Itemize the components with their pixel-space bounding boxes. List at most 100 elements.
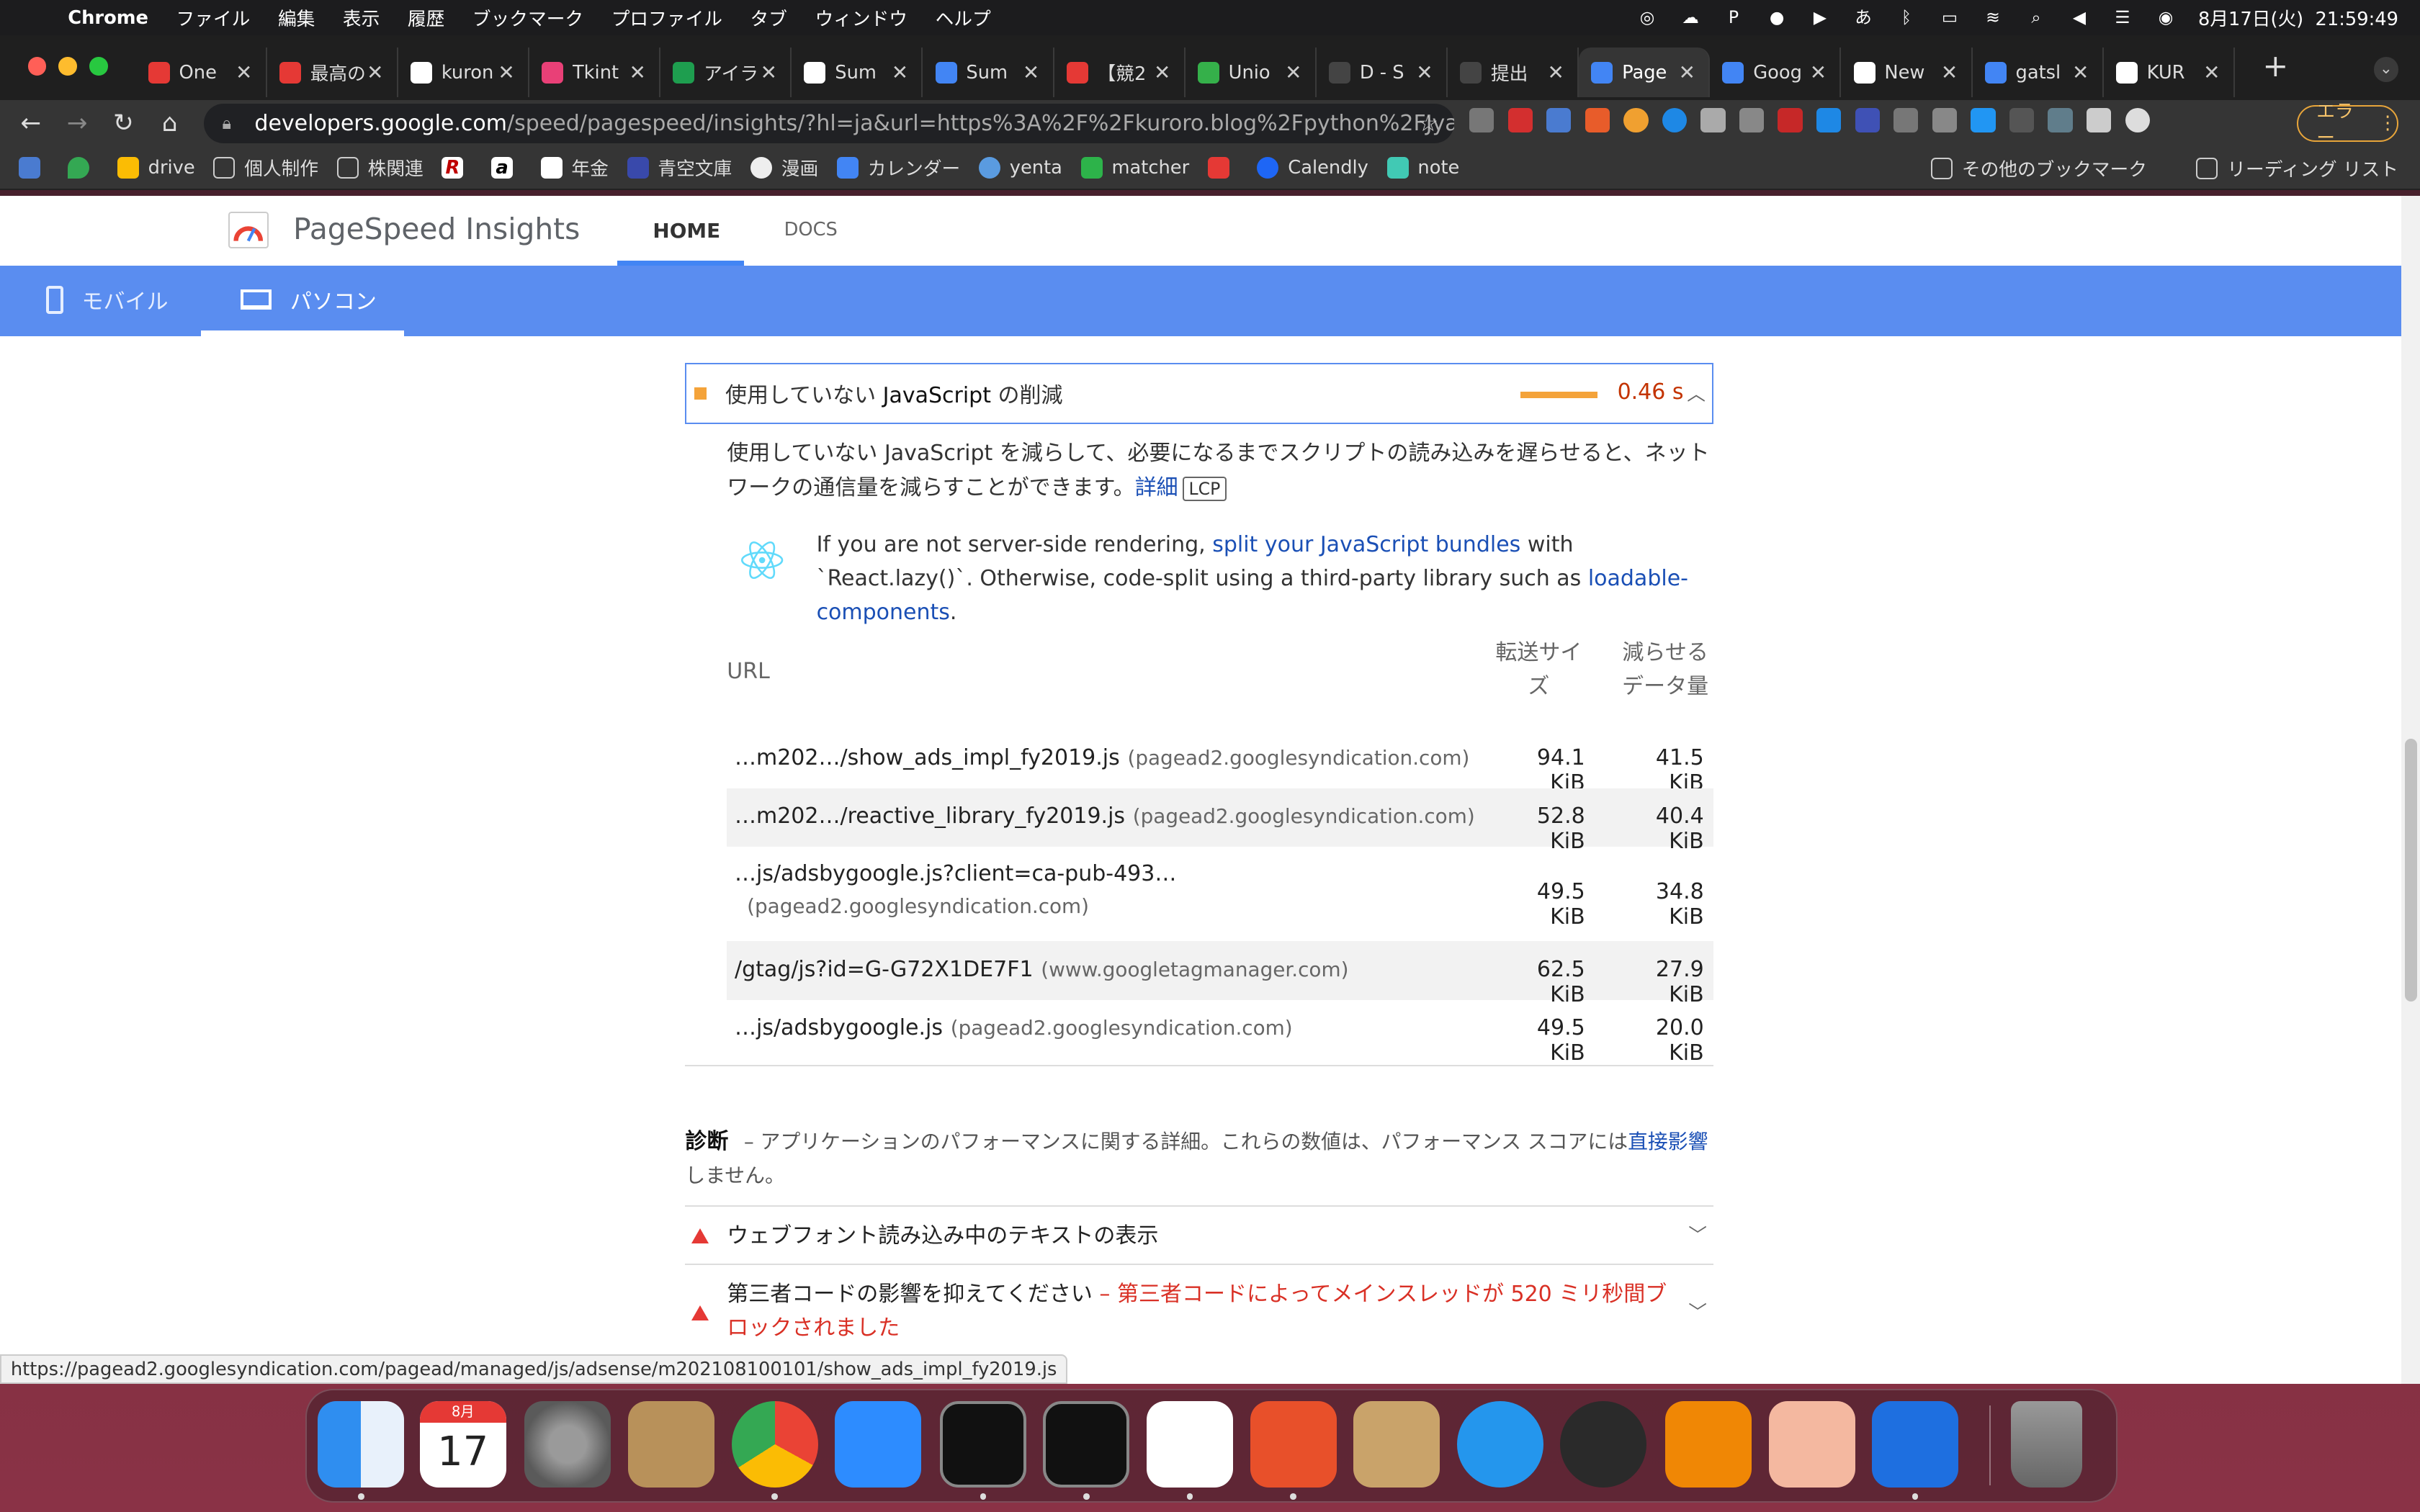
- tab-11[interactable]: Page ✕: [1579, 48, 1711, 97]
- close-tab-icon[interactable]: ✕: [1415, 60, 1434, 84]
- menu-file[interactable]: ファイル: [176, 4, 251, 31]
- table-row[interactable]: …js/adsbygoogle.js (pagead2.googlesyndica…: [727, 1000, 1713, 1066]
- lock-icon[interactable]: 🔒︎: [223, 113, 239, 133]
- bookmark-youtube[interactable]: [1207, 156, 1239, 179]
- search-icon[interactable]: ⌕: [2025, 8, 2047, 27]
- chevron-up-icon[interactable]: ︿: [1687, 379, 1706, 406]
- apple-icon[interactable]: [28, 7, 50, 29]
- bookmark-pension[interactable]: 年金: [540, 154, 609, 181]
- address-bar[interactable]: 🔒︎ developers.google.com/speed/pagespeed…: [203, 103, 1454, 144]
- chevron-down-icon[interactable]: ﹀: [1688, 1296, 1707, 1330]
- menu-tab[interactable]: タブ: [750, 4, 786, 31]
- bluetooth-icon[interactable]: ᛒ: [1896, 8, 1917, 27]
- close-tab-icon[interactable]: ✕: [366, 60, 385, 84]
- tab-14[interactable]: gatsl ✕: [1973, 48, 2104, 97]
- translate-icon[interactable]: [1546, 107, 1572, 133]
- psi-logo-icon[interactable]: [228, 211, 269, 248]
- diagnostic-item[interactable]: ウェブフォント読み込み中のテキストの表示 ﹀: [685, 1219, 1713, 1253]
- tab-15[interactable]: KUR ✕: [2104, 48, 2235, 97]
- tab-4[interactable]: アイラ ✕: [660, 48, 792, 97]
- volume-icon[interactable]: ◀: [2069, 8, 2090, 27]
- tab-12[interactable]: Goog ✕: [1710, 48, 1842, 97]
- forward-icon[interactable]: →: [62, 108, 93, 139]
- bookmark-folder[interactable]: 個人制作: [213, 154, 318, 181]
- trash-icon[interactable]: [2010, 1400, 2082, 1488]
- tab-10[interactable]: 提出 ✕: [1448, 48, 1579, 97]
- extension-icon[interactable]: [1971, 107, 1996, 133]
- tab-3[interactable]: Tkint ✕: [529, 48, 661, 97]
- close-tab-icon[interactable]: ✕: [1809, 60, 1828, 84]
- ghost-icon[interactable]: ●: [1766, 8, 1788, 27]
- table-row[interactable]: …m202…/reactive_library_fy2019.js (pagead…: [727, 788, 1713, 854]
- nav-home[interactable]: HOME: [653, 219, 720, 243]
- reload-icon[interactable]: ↻: [108, 108, 139, 139]
- learn-more-link[interactable]: 詳細: [1135, 475, 1178, 500]
- terminal-icon[interactable]: [939, 1400, 1026, 1488]
- extension-icon[interactable]: [1469, 107, 1494, 133]
- close-tab-icon[interactable]: ✕: [1153, 60, 1172, 84]
- diagnostic-item[interactable]: 第三者コードの影響を抑えてください – 第三者コードによってメインスレッドが 5…: [685, 1277, 1713, 1345]
- bookmark-yenta[interactable]: yenta: [978, 156, 1062, 179]
- input-method-icon[interactable]: あ: [1852, 8, 1874, 27]
- puzzle-icon[interactable]: [2086, 107, 2112, 133]
- profile-avatar[interactable]: [2125, 107, 2150, 133]
- zoom-window-button[interactable]: [89, 57, 108, 76]
- status-icon[interactable]: ◎: [1636, 8, 1658, 27]
- extension-icon[interactable]: [2009, 107, 2035, 133]
- tab-13[interactable]: New ✕: [1841, 48, 1973, 97]
- siri-icon[interactable]: ◉: [2155, 8, 2177, 27]
- tab-8[interactable]: Unio ✕: [1186, 48, 1317, 97]
- tab-5[interactable]: Sum ✕: [792, 48, 923, 97]
- download-icon[interactable]: [1816, 107, 1842, 133]
- row-url[interactable]: …js/adsbygoogle.js?client=ca-pub-493… (pa…: [735, 861, 1176, 927]
- row-url[interactable]: …m202…/reactive_library_fy2019.js (pagead…: [735, 804, 1475, 829]
- close-tab-icon[interactable]: ✕: [2071, 60, 2090, 84]
- table-row[interactable]: …m202…/show_ads_impl_fy2019.js (pagead2.g…: [727, 730, 1713, 796]
- minimize-window-button[interactable]: [58, 57, 78, 76]
- close-tab-icon[interactable]: ✕: [1546, 60, 1565, 84]
- row-url[interactable]: …js/adsbygoogle.js (pagead2.googlesyndica…: [735, 1015, 1293, 1040]
- preview-icon[interactable]: [1768, 1400, 1855, 1488]
- contacts-icon[interactable]: [627, 1400, 714, 1488]
- close-tab-icon[interactable]: ✕: [497, 60, 516, 84]
- tab-search-icon[interactable]: ⌄: [2373, 57, 2398, 82]
- close-tab-icon[interactable]: ✕: [759, 60, 778, 84]
- bookmark-matcher[interactable]: matcher: [1080, 156, 1189, 179]
- tab-6[interactable]: Sum ✕: [923, 48, 1054, 97]
- close-tab-icon[interactable]: ✕: [628, 60, 647, 84]
- p-icon[interactable]: P: [1723, 8, 1744, 27]
- chevron-down-icon[interactable]: ﹀: [1688, 1219, 1707, 1253]
- camera-icon[interactable]: [1739, 107, 1765, 133]
- finder-icon[interactable]: [318, 1400, 405, 1488]
- control-center-icon[interactable]: ☰: [2112, 8, 2133, 27]
- bookmark-aozora[interactable]: 青空文庫: [627, 154, 732, 181]
- z-icon[interactable]: [1855, 107, 1880, 133]
- tab-1[interactable]: 最高の ✕: [267, 48, 398, 97]
- bookmark-amazon[interactable]: a: [491, 156, 522, 179]
- error-button[interactable]: エラー ⋮: [2296, 101, 2398, 149]
- close-tab-icon[interactable]: ✕: [1940, 60, 1959, 84]
- tab-desktop[interactable]: パソコン: [241, 284, 377, 315]
- row-url[interactable]: …m202…/show_ads_impl_fy2019.js (pagead2.g…: [735, 745, 1469, 770]
- cloud-icon[interactable]: ☁: [1680, 8, 1701, 27]
- menu-help[interactable]: ヘルプ: [936, 4, 991, 31]
- menu-app-name[interactable]: Chrome: [68, 7, 148, 29]
- tab-7[interactable]: 【競2 ✕: [1054, 48, 1186, 97]
- close-tab-icon[interactable]: ✕: [1022, 60, 1041, 84]
- chrome-icon[interactable]: [731, 1400, 818, 1488]
- new-tab-button[interactable]: +: [2262, 50, 2293, 82]
- zoom-icon[interactable]: [835, 1400, 922, 1488]
- system-preferences-icon[interactable]: [524, 1400, 611, 1488]
- scrollbar-thumb[interactable]: [2404, 739, 2417, 1002]
- close-tab-icon[interactable]: ✕: [235, 60, 254, 84]
- menu-bookmarks[interactable]: ブックマーク: [472, 4, 583, 31]
- other-bookmarks[interactable]: その他のブックマーク: [1931, 155, 2147, 181]
- instruments-icon[interactable]: [1250, 1400, 1337, 1488]
- bookmark-drive[interactable]: drive: [117, 156, 195, 179]
- bookmark-translate[interactable]: [18, 156, 50, 179]
- reading-list[interactable]: リーディング リスト: [2196, 155, 2398, 181]
- vscode-icon[interactable]: [1146, 1400, 1233, 1488]
- quicktime-icon[interactable]: [1560, 1400, 1647, 1488]
- split-bundles-link[interactable]: split your JavaScript bundles: [1212, 532, 1520, 557]
- battery-icon[interactable]: ▭: [1939, 8, 1960, 27]
